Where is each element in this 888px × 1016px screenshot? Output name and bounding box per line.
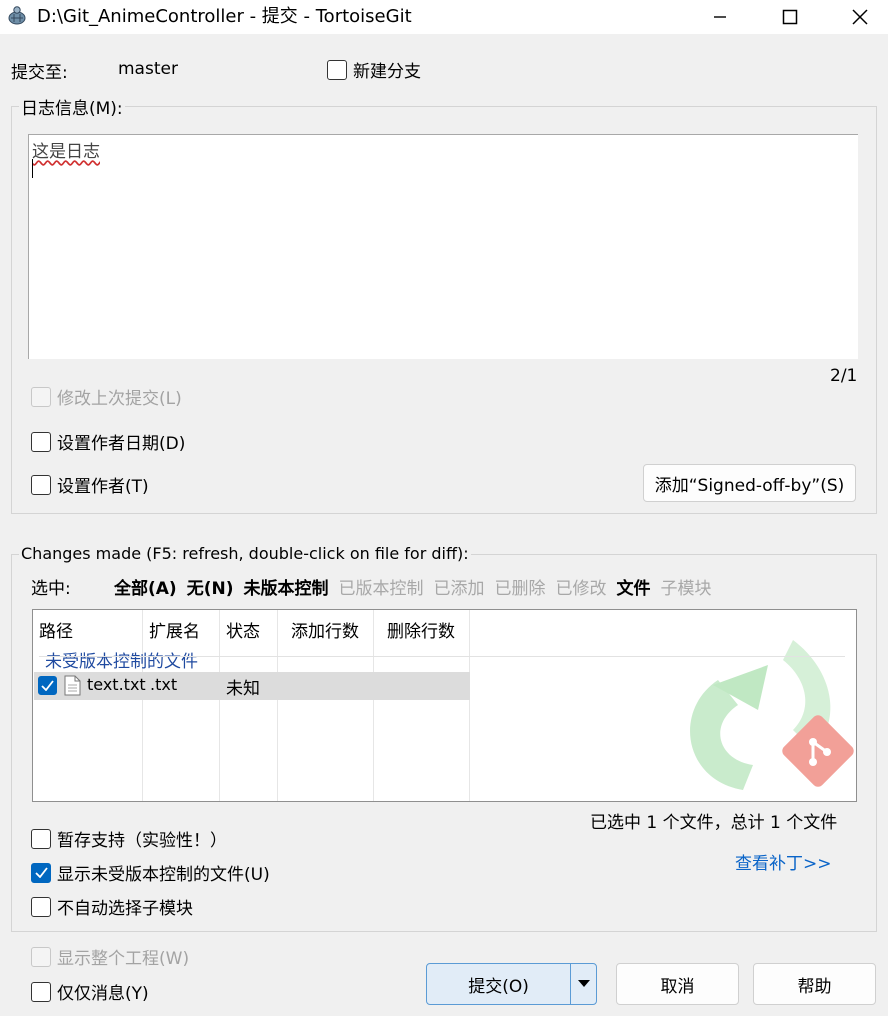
message-counter: 2/1	[830, 366, 858, 386]
checkbox-box[interactable]	[31, 862, 51, 883]
commit-dropdown-arrow[interactable]	[571, 980, 596, 988]
maximize-icon	[782, 9, 798, 25]
checkbox-box[interactable]	[31, 474, 51, 495]
column-header-lines-added[interactable]: 添加行数	[291, 617, 359, 642]
filter-link[interactable]: 已添加	[433, 574, 484, 599]
log-message-textarea[interactable]: 这是日志	[28, 134, 858, 359]
filter-link[interactable]: 全部(A)	[114, 574, 177, 599]
close-icon	[852, 9, 868, 25]
checkmark-icon	[41, 680, 54, 691]
new-branch-label: 新建分支	[353, 62, 421, 82]
filter-link[interactable]: 已版本控制	[338, 574, 423, 599]
column-divider	[142, 610, 143, 801]
row-extension: .txt	[150, 675, 178, 694]
column-divider	[469, 610, 470, 801]
group-divider	[39, 656, 845, 657]
table-row[interactable]: text.txt .txt 未知	[34, 672, 470, 700]
signed-off-by-button[interactable]: 添加“Signed-off-by”(S)	[643, 464, 856, 502]
commit-to-label: 提交至:	[11, 63, 68, 83]
checkbox-box[interactable]	[31, 431, 51, 452]
message-only-label: 仅仅消息(Y)	[57, 984, 149, 1004]
checkmark-icon	[34, 867, 48, 878]
row-path: text.txt	[87, 675, 146, 694]
log-message-text: 这是日志	[32, 142, 100, 162]
column-header-lines-deleted[interactable]: 删除行数	[387, 617, 455, 642]
minimize-icon	[714, 16, 726, 18]
no-autoselect-submodules-label: 不自动选择子模块	[57, 899, 193, 919]
checkbox-box[interactable]	[31, 981, 51, 1002]
tortoisegit-watermark-icon	[690, 640, 854, 790]
checkbox-box[interactable]	[327, 59, 347, 80]
show-unversioned-checkbox[interactable]: 显示未受版本控制的文件(U)	[31, 860, 270, 885]
show-whole-project-label: 显示整个工程(W)	[57, 949, 190, 969]
minimize-button[interactable]	[690, 0, 750, 34]
column-divider	[277, 610, 278, 801]
log-message-group-label: 日志信息(M):	[19, 94, 125, 119]
column-header-status[interactable]: 状态	[226, 617, 260, 642]
show-whole-project-checkbox[interactable]: 显示整个工程(W)	[31, 944, 189, 969]
filter-link[interactable]: 未版本控制	[243, 574, 328, 599]
show-unversioned-label: 显示未受版本控制的文件(U)	[57, 865, 270, 885]
view-patch-link[interactable]: 查看补丁>>	[735, 849, 832, 874]
column-header-extension[interactable]: 扩展名	[149, 617, 200, 642]
select-label: 选中:	[31, 579, 71, 599]
set-author-date-label: 设置作者日期(D)	[57, 434, 186, 454]
no-autoselect-submodules-checkbox[interactable]: 不自动选择子模块	[31, 894, 193, 919]
unversioned-group-header: 未受版本控制的文件	[45, 652, 198, 672]
filter-bar: 全部(A) 无(N) 未版本控制 已版本控制 已添加 已删除 已修改 文件 子模块	[114, 574, 711, 599]
commit-button[interactable]: 提交(O)	[426, 963, 597, 1005]
chevron-down-icon	[577, 980, 590, 987]
checkbox-box[interactable]	[31, 896, 51, 917]
filter-link[interactable]: 已修改	[555, 574, 606, 599]
checkbox-box[interactable]	[31, 946, 51, 967]
filter-link[interactable]: 子模块	[660, 574, 711, 599]
stash-support-checkbox[interactable]: 暂存支持（实验性！）	[31, 826, 227, 851]
file-list[interactable]: 路径 扩展名 状态 添加行数 删除行数 未受版本控制的文件 text.txt .…	[32, 609, 857, 802]
cancel-button[interactable]: 取消	[616, 963, 739, 1005]
set-author-date-checkbox[interactable]: 设置作者日期(D)	[31, 429, 185, 454]
window-title: D:\Git_AnimeController - 提交 - TortoiseGi…	[37, 6, 412, 27]
tortoise-app-icon	[6, 5, 28, 27]
commit-button-label: 提交(O)	[468, 976, 529, 997]
close-button[interactable]	[830, 0, 888, 34]
row-status: 未知	[226, 679, 260, 699]
filter-link[interactable]: 文件	[616, 574, 650, 599]
column-header-path[interactable]: 路径	[39, 617, 73, 642]
amend-label: 修改上次提交(L)	[57, 389, 182, 409]
set-author-label: 设置作者(T)	[57, 477, 149, 497]
file-icon	[64, 675, 81, 696]
cancel-button-label: 取消	[660, 976, 695, 997]
maximize-button[interactable]	[760, 0, 820, 34]
stash-support-label: 暂存支持（实验性！）	[57, 831, 227, 851]
column-divider	[219, 610, 220, 801]
column-divider	[373, 610, 374, 801]
signed-off-by-label: 添加“Signed-off-by”(S)	[654, 475, 845, 496]
text-cursor	[32, 159, 33, 178]
branch-name: master	[118, 59, 178, 79]
selection-summary: 已选中 1 个文件，总计 1 个文件	[590, 813, 838, 833]
checkbox-box[interactable]	[31, 386, 51, 407]
changes-group-label: Changes made (F5: refresh, double-click …	[19, 544, 471, 563]
row-checkbox[interactable]	[38, 676, 57, 695]
message-only-checkbox[interactable]: 仅仅消息(Y)	[31, 979, 149, 1004]
filter-link[interactable]: 无(N)	[187, 574, 234, 599]
filter-link[interactable]: 已删除	[494, 574, 545, 599]
new-branch-checkbox[interactable]: 新建分支	[327, 57, 421, 82]
help-button[interactable]: 帮助	[753, 963, 876, 1005]
set-author-checkbox[interactable]: 设置作者(T)	[31, 472, 149, 497]
help-button-label: 帮助	[797, 976, 832, 997]
amend-checkbox[interactable]: 修改上次提交(L)	[31, 384, 182, 409]
checkbox-box[interactable]	[31, 828, 51, 849]
